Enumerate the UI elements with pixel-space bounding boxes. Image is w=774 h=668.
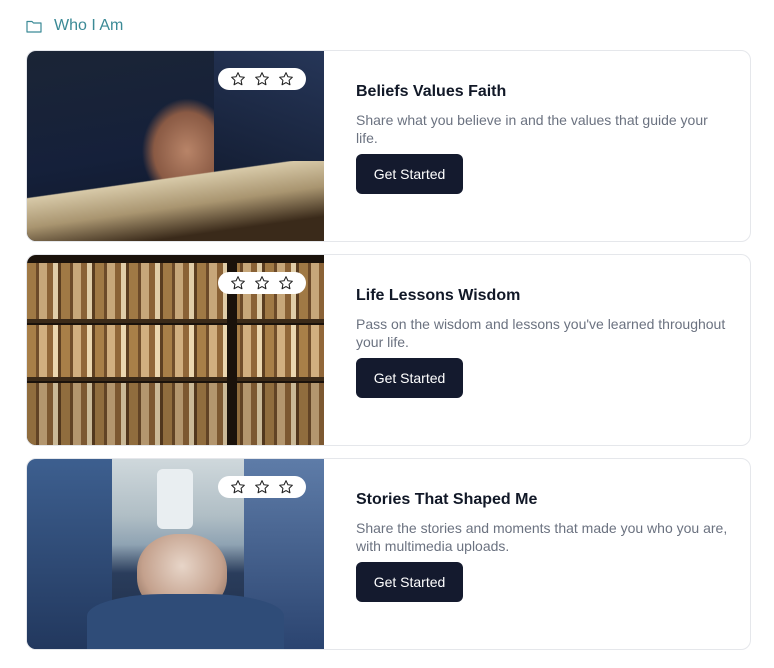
get-started-button[interactable]: Get Started [356,562,463,602]
card-image [27,255,324,445]
star-rating[interactable] [218,476,306,498]
star-rating[interactable] [218,272,306,294]
star-icon[interactable] [230,275,246,291]
section-header: Who I Am [26,14,123,38]
card-image [27,459,324,649]
card-body: Stories That Shaped Me Share the stories… [324,459,750,649]
topic-card-beliefs: Beliefs Values Faith Share what you beli… [26,50,751,242]
section-title: Who I Am [54,17,124,34]
star-icon[interactable] [278,71,294,87]
star-icon[interactable] [230,71,246,87]
card-description: Share what you believe in and the values… [356,112,708,146]
topic-card-stories: Stories That Shaped Me Share the stories… [26,458,751,650]
star-icon[interactable] [278,275,294,291]
folder-icon [26,20,42,33]
star-icon[interactable] [278,479,294,495]
card-description: Share the stories and moments that made … [356,520,728,554]
star-icon[interactable] [254,71,270,87]
star-icon[interactable] [254,275,270,291]
card-title: Beliefs Values Faith [356,83,507,100]
get-started-button[interactable]: Get Started [356,154,463,194]
card-title: Life Lessons Wisdom [356,287,521,304]
get-started-button[interactable]: Get Started [356,358,463,398]
card-image [27,51,324,241]
star-rating[interactable] [218,68,306,90]
topic-card-life-lessons: Life Lessons Wisdom Pass on the wisdom a… [26,254,751,446]
card-body: Beliefs Values Faith Share what you beli… [324,51,750,241]
card-body: Life Lessons Wisdom Pass on the wisdom a… [324,255,750,445]
card-title: Stories That Shaped Me [356,491,538,508]
card-description: Pass on the wisdom and lessons you've le… [356,316,726,350]
star-icon[interactable] [230,479,246,495]
star-icon[interactable] [254,479,270,495]
